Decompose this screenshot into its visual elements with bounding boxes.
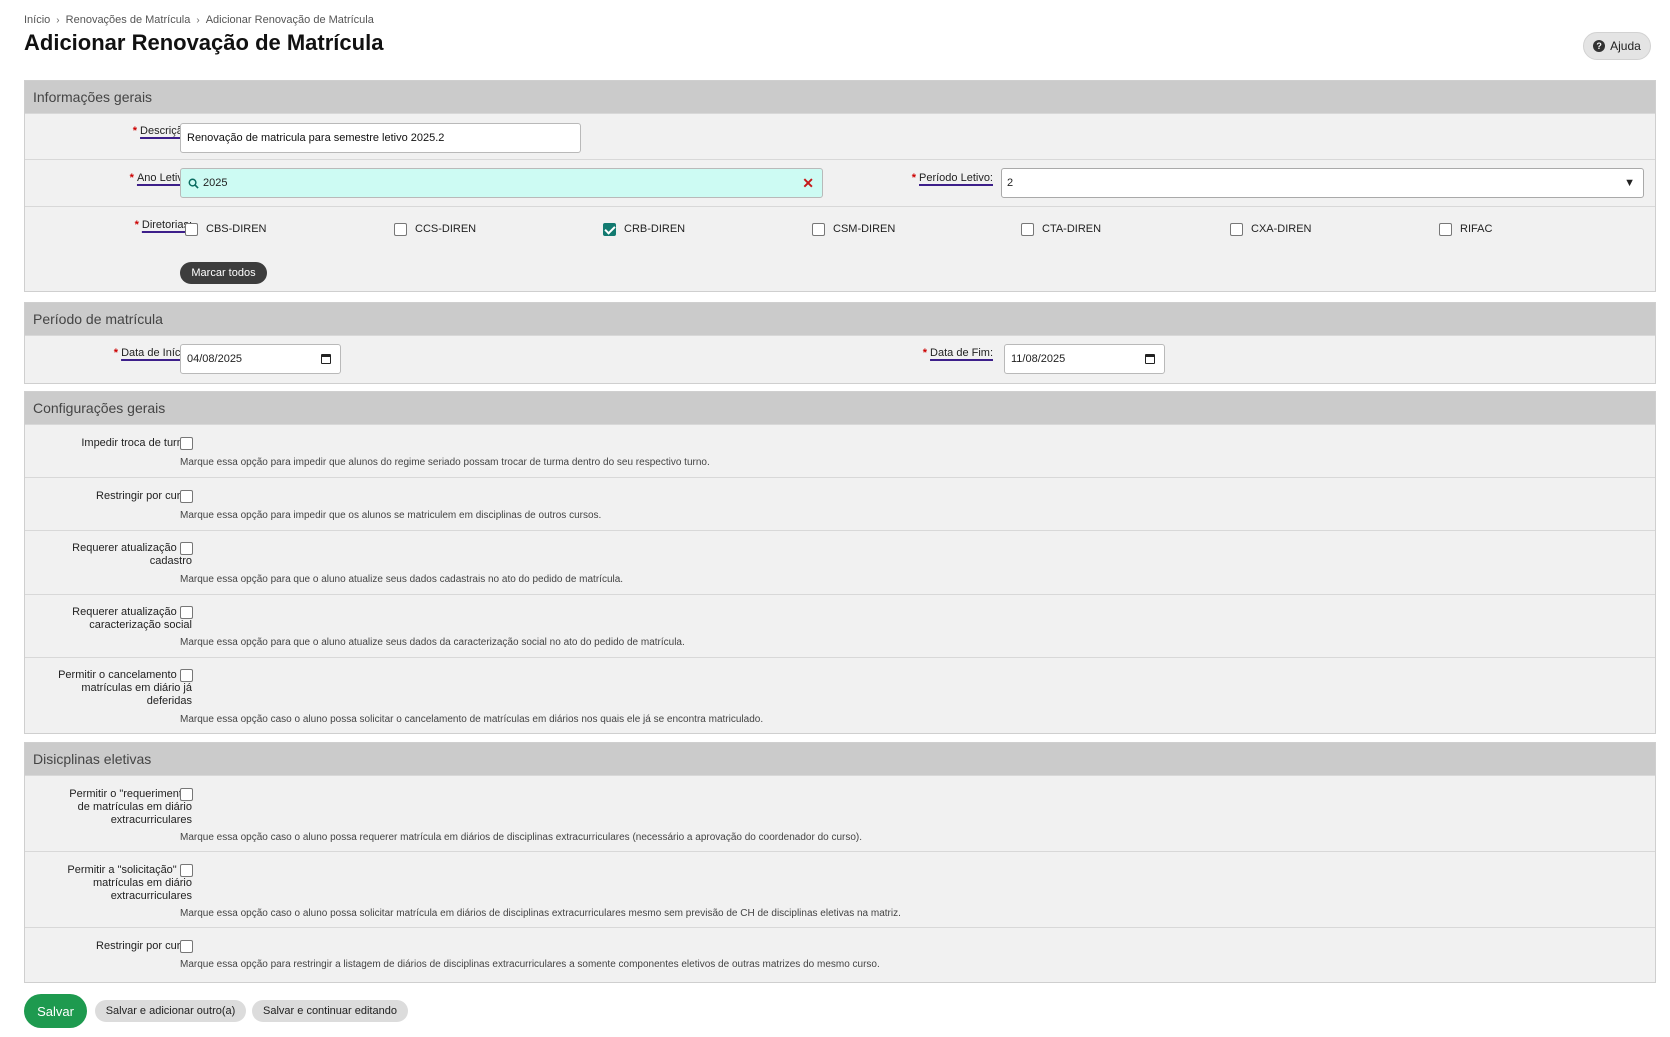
- config-row: Requerer atualização do cadastro Marque …: [25, 530, 1655, 594]
- checkbox-label: CXA-DIREN: [1251, 223, 1312, 235]
- eletivas-row: Restringir por curso Marque essa opção p…: [25, 927, 1655, 981]
- checkbox-restringir-curso[interactable]: [180, 490, 193, 503]
- periodo-letivo-value: 2: [1007, 177, 1014, 189]
- save-and-continue-button[interactable]: Salvar e continuar editando: [252, 1000, 408, 1022]
- calendar-icon[interactable]: [321, 354, 331, 364]
- ano-letivo-value: 2025: [203, 177, 228, 189]
- checkbox-label: CTA-DIREN: [1042, 223, 1102, 235]
- help-text: Marque essa opção para restringir a list…: [180, 959, 880, 970]
- checkbox-cbs-diren[interactable]: [185, 223, 198, 236]
- breadcrumb-current: Adicionar Renovação de Matrícula: [205, 14, 374, 26]
- data-inicio-value: 04/08/2025: [187, 353, 243, 365]
- section-disciplinas-eletivas: Disicplinas eletivas Permitir o "requeri…: [24, 742, 1656, 983]
- periodo-letivo-label: * Período Letivo:: [911, 172, 993, 184]
- section-header: Configurações gerais: [25, 392, 1655, 424]
- clear-icon[interactable]: ✕: [802, 175, 814, 192]
- section-configuracoes-gerais: Configurações gerais Impedir troca de tu…: [24, 391, 1656, 734]
- chevron-right-icon: ›: [56, 14, 60, 26]
- checkbox-cancelamento-matriculas[interactable]: [180, 669, 193, 682]
- help-text: Marque essa opção caso o aluno possa sol…: [180, 908, 901, 919]
- eletivas-row: Permitir o "requerimento" de matrículas …: [25, 775, 1655, 851]
- checkbox-cta-diren[interactable]: [1021, 223, 1034, 236]
- checkbox-solicitacao-extracurriculares[interactable]: [180, 864, 193, 877]
- help-button-label: Ajuda: [1610, 39, 1641, 53]
- checkbox-crb-diren[interactable]: [603, 223, 616, 236]
- eletivas-row: Permitir a "solicitação" de matrículas e…: [25, 851, 1655, 927]
- eletivas-label: Permitir o "requerimento" de matrículas …: [69, 788, 192, 826]
- checkbox-impedir-troca-turma[interactable]: [180, 437, 193, 450]
- save-and-add-button[interactable]: Salvar e adicionar outro(a): [95, 1000, 246, 1022]
- section-periodo-matricula: Período de matrícula * Data de Início: 04…: [24, 302, 1656, 384]
- checkbox-label: CCS-DIREN: [415, 223, 477, 235]
- eletivas-label: Restringir por curso: [96, 940, 192, 952]
- calendar-icon[interactable]: [1145, 354, 1155, 364]
- data-inicio-input[interactable]: 04/08/2025: [180, 344, 341, 374]
- section-header: Período de matrícula: [25, 303, 1655, 335]
- question-circle-icon: ?: [1593, 40, 1606, 52]
- breadcrumb-link-inicio[interactable]: Início: [24, 14, 50, 26]
- checkbox-atualizacao-caracterizacao[interactable]: [180, 606, 193, 619]
- help-text: Marque essa opção caso o aluno possa sol…: [180, 714, 764, 725]
- breadcrumb-link-renovacoes[interactable]: Renovações de Matrícula: [66, 14, 191, 26]
- config-row: Permitir o cancelamento de matrículas em…: [25, 657, 1655, 734]
- page-title: Adicionar Renovação de Matrícula: [24, 30, 384, 55]
- config-row: Impedir troca de turma Marque essa opção…: [25, 424, 1655, 477]
- help-text: Marque essa opção para que o aluno atual…: [180, 637, 685, 648]
- data-fim-label: * Data de Fim:: [922, 347, 993, 359]
- checkbox-atualizacao-cadastro[interactable]: [180, 542, 193, 555]
- row-descricao: * Descrição: Renovação de matricula para …: [25, 113, 1655, 159]
- checkbox-requerimento-extracurriculares[interactable]: [180, 788, 193, 801]
- chevron-down-icon: ▼: [1624, 177, 1635, 189]
- checkbox-csm-diren[interactable]: [812, 223, 825, 236]
- breadcrumb: Início › Renovações de Matrícula › Adici…: [24, 14, 374, 26]
- section-header: Informações gerais: [25, 81, 1655, 113]
- ano-letivo-select[interactable]: 2025 ✕: [180, 168, 823, 198]
- mark-all-button[interactable]: Marcar todos: [180, 262, 267, 284]
- descricao-value: Renovação de matricula para semestre let…: [187, 132, 445, 144]
- diretorias-label: * Diretorias:: [134, 219, 192, 231]
- section-informacoes-gerais: Informações gerais * Descrição: Renovação…: [24, 80, 1656, 292]
- checkbox-label: CBS-DIREN: [206, 223, 267, 235]
- save-button[interactable]: Salvar: [24, 994, 87, 1028]
- checkbox-cxa-diren[interactable]: [1230, 223, 1243, 236]
- config-label: Restringir por curso: [96, 490, 192, 502]
- config-row: Requerer atualização da caracterização s…: [25, 594, 1655, 657]
- help-text: Marque essa opção para impedir que aluno…: [180, 457, 710, 468]
- section-header: Disicplinas eletivas: [25, 743, 1655, 775]
- config-row: Restringir por curso Marque essa opção p…: [25, 477, 1655, 530]
- data-fim-value: 11/08/2025: [1011, 353, 1066, 365]
- config-label: Permitir o cancelamento de matrículas em…: [58, 669, 192, 707]
- search-icon: [188, 178, 199, 189]
- checkbox-label: CSM-DIREN: [833, 223, 896, 235]
- config-label: Requerer atualização da caracterização s…: [72, 606, 192, 631]
- periodo-letivo-select[interactable]: 2 ▼: [1001, 168, 1644, 198]
- checkbox-rifac[interactable]: [1439, 223, 1452, 236]
- checkbox-restringir-curso-eletivas[interactable]: [180, 940, 193, 953]
- row-datas: * Data de Início: 04/08/2025 * Data de Fim…: [25, 335, 1655, 383]
- row-ano-periodo: * Ano Letivo: 2025 ✕ * Período Letivo: 2 ▼: [25, 159, 1655, 206]
- help-text: Marque essa opção para que o aluno atual…: [180, 574, 624, 585]
- eletivas-label: Permitir a "solicitação" de matrículas e…: [67, 864, 192, 902]
- checkbox-label: CRB-DIREN: [624, 223, 686, 235]
- help-button[interactable]: ? Ajuda: [1583, 32, 1651, 60]
- chevron-right-icon: ›: [196, 14, 200, 26]
- data-fim-input[interactable]: 11/08/2025: [1004, 344, 1165, 374]
- help-text: Marque essa opção para impedir que os al…: [180, 510, 602, 521]
- checkbox-ccs-diren[interactable]: [394, 223, 407, 236]
- row-diretorias: * Diretorias: CBS-DIREN CCS-DIREN CRB-DIR…: [25, 206, 1655, 291]
- config-label: Impedir troca de turma: [81, 437, 192, 449]
- checkbox-label: RIFAC: [1460, 223, 1493, 235]
- descricao-input[interactable]: Renovação de matricula para semestre let…: [180, 123, 581, 153]
- config-label: Requerer atualização do cadastro: [72, 542, 192, 567]
- help-text: Marque essa opção caso o aluno possa req…: [180, 832, 863, 843]
